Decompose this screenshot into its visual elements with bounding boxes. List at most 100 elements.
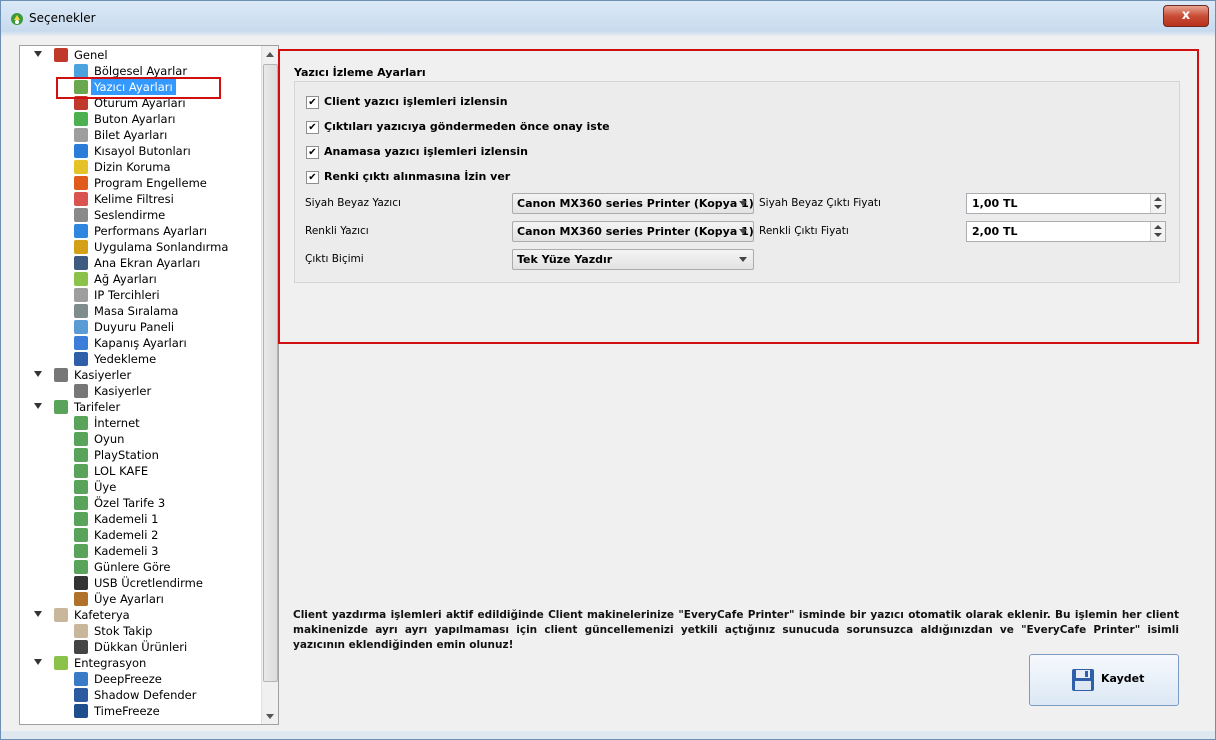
tree-item[interactable]: Kasiyerler [20, 383, 260, 399]
color-printer-label: Renkli Yazıcı [305, 225, 369, 237]
tree-group[interactable]: Tarifeler [20, 399, 260, 415]
tree-item[interactable]: Yedekleme [20, 351, 260, 367]
group-title: Yazıcı İzleme Ayarları [294, 66, 426, 79]
tree-item-label: Duyuru Paneli [94, 320, 175, 334]
chevron-down-icon [739, 229, 747, 234]
tree-group[interactable]: Entegrasyon [20, 655, 260, 671]
scroll-down-button[interactable] [262, 708, 278, 724]
check-circle-icon [74, 112, 88, 126]
tree-scrollbar[interactable] [261, 46, 278, 724]
tariff-icon [74, 448, 88, 462]
floppy-icon [1072, 669, 1094, 691]
spin-buttons[interactable] [1150, 194, 1165, 213]
tree-item[interactable]: LOL KAFE [20, 463, 260, 479]
cart-icon [74, 640, 88, 654]
tree-item[interactable]: Masa Sıralama [20, 303, 260, 319]
tree-item-label: Ana Ekran Ayarları [94, 256, 201, 270]
tree-item[interactable]: Stok Takip [20, 623, 260, 639]
tree-item-label: Kapanış Ayarları [94, 336, 187, 350]
tree-item[interactable]: Oyun [20, 431, 260, 447]
tree-item[interactable]: Dükkan Ürünleri [20, 639, 260, 655]
tree-item[interactable]: PlayStation [20, 447, 260, 463]
tree-item-label: Kademeli 2 [94, 528, 159, 542]
grid-icon [74, 304, 88, 318]
network-icon [54, 656, 68, 670]
tree-item-label: Günlere Göre [94, 560, 171, 574]
expand-arrow-icon[interactable] [34, 51, 42, 57]
tree-item-label: Kademeli 3 [94, 544, 159, 558]
spin-up-icon[interactable] [1154, 197, 1162, 201]
tree-item-label: Üye [94, 480, 117, 494]
bw-printer-select[interactable]: Canon MX360 series Printer (Kopya 1) [512, 193, 754, 214]
tree-item[interactable]: Kademeli 3 [20, 543, 260, 559]
tree-item[interactable]: Duyuru Paneli [20, 319, 260, 335]
save-button[interactable]: Kaydet [1029, 654, 1179, 706]
tree-item[interactable]: Shadow Defender [20, 687, 260, 703]
checkbox-box[interactable]: ✔ [306, 96, 319, 109]
color-printer-select[interactable]: Canon MX360 series Printer (Kopya 1) [512, 221, 754, 242]
tariff-icon [74, 496, 88, 510]
tree-item[interactable]: Dizin Koruma [20, 159, 260, 175]
tree-item[interactable]: DeepFreeze [20, 671, 260, 687]
tree-item[interactable]: Seslendirme [20, 207, 260, 223]
tree-item[interactable]: IP Tercihleri [20, 287, 260, 303]
tree-item[interactable]: Özel Tarife 3 [20, 495, 260, 511]
tariff-icon [74, 560, 88, 574]
tree-item-label: Tarifeler [74, 400, 121, 414]
checkbox-box[interactable]: ✔ [306, 146, 319, 159]
tree-item[interactable]: Bilet Ayarları [20, 127, 260, 143]
tree-item[interactable]: TimeFreeze [20, 703, 260, 719]
tree-group[interactable]: Kafeterya [20, 607, 260, 623]
color-price-spinbox[interactable]: 2,00 TL [966, 221, 1166, 242]
spin-down-icon[interactable] [1154, 233, 1162, 237]
tree-item-label: TimeFreeze [94, 704, 160, 718]
close-button[interactable]: x [1163, 5, 1209, 27]
tree-item[interactable]: Üye Ayarları [20, 591, 260, 607]
tree-item-label: Kasiyerler [74, 368, 132, 382]
tree-item[interactable]: Günlere Göre [20, 559, 260, 575]
tree-item-label: Seslendirme [94, 208, 166, 222]
bw-price-spinbox[interactable]: 1,00 TL [966, 193, 1166, 214]
tree-item[interactable]: Kademeli 2 [20, 527, 260, 543]
checkbox-box[interactable]: ✔ [306, 171, 319, 184]
output-format-select[interactable]: Tek Yüze Yazdır [512, 249, 754, 270]
tariff-icon [74, 528, 88, 542]
tree-item-label: Buton Ayarları [94, 112, 176, 126]
tree-item[interactable]: Performans Ayarları [20, 223, 260, 239]
tree-item-label: Program Engelleme [94, 176, 207, 190]
shutdown-icon [74, 336, 88, 350]
window-bottom-edge [1, 731, 1215, 739]
spin-buttons[interactable] [1150, 222, 1165, 241]
tree-item[interactable]: Kapanış Ayarları [20, 335, 260, 351]
tree-item[interactable]: Kelime Filtresi [20, 191, 260, 207]
tree-item[interactable]: Kademeli 1 [20, 511, 260, 527]
scroll-thumb[interactable] [263, 64, 278, 682]
tree-item-label: Kelime Filtresi [94, 192, 174, 206]
checkbox-box[interactable]: ✔ [306, 121, 319, 134]
title-bar[interactable]: Seçenekler x [1, 1, 1215, 37]
tree-item-label: Masa Sıralama [94, 304, 179, 318]
tree-item[interactable]: USB Ücretlendirme [20, 575, 260, 591]
tree-item[interactable]: Ana Ekran Ayarları [20, 255, 260, 271]
tree-item[interactable]: İnternet [20, 415, 260, 431]
shadow-defender-icon [74, 688, 88, 702]
tree-item[interactable]: Program Engelleme [20, 175, 260, 191]
tree-group[interactable]: Kasiyerler [20, 367, 260, 383]
tree-item-label: Üye Ayarları [94, 592, 164, 606]
expand-arrow-icon[interactable] [34, 659, 42, 665]
expand-arrow-icon[interactable] [34, 403, 42, 409]
expand-arrow-icon[interactable] [34, 611, 42, 617]
expand-arrow-icon[interactable] [34, 371, 42, 377]
tree-group[interactable]: Genel [20, 47, 260, 63]
tariff-icon [74, 544, 88, 558]
tree-item[interactable]: Üye [20, 479, 260, 495]
tree-item-label: Özel Tarife 3 [94, 496, 166, 510]
settings-tree[interactable]: Genel Bölgesel Ayarlar Yazıcı Ayarları Otur… [19, 45, 279, 725]
tree-item[interactable]: Ağ Ayarları [20, 271, 260, 287]
scroll-up-button[interactable] [262, 46, 278, 62]
tree-item[interactable]: Uygulama Sonlandırma [20, 239, 260, 255]
tree-item[interactable]: Buton Ayarları [20, 111, 260, 127]
tree-item[interactable]: Kısayol Butonları [20, 143, 260, 159]
spin-up-icon[interactable] [1154, 225, 1162, 229]
spin-down-icon[interactable] [1154, 205, 1162, 209]
